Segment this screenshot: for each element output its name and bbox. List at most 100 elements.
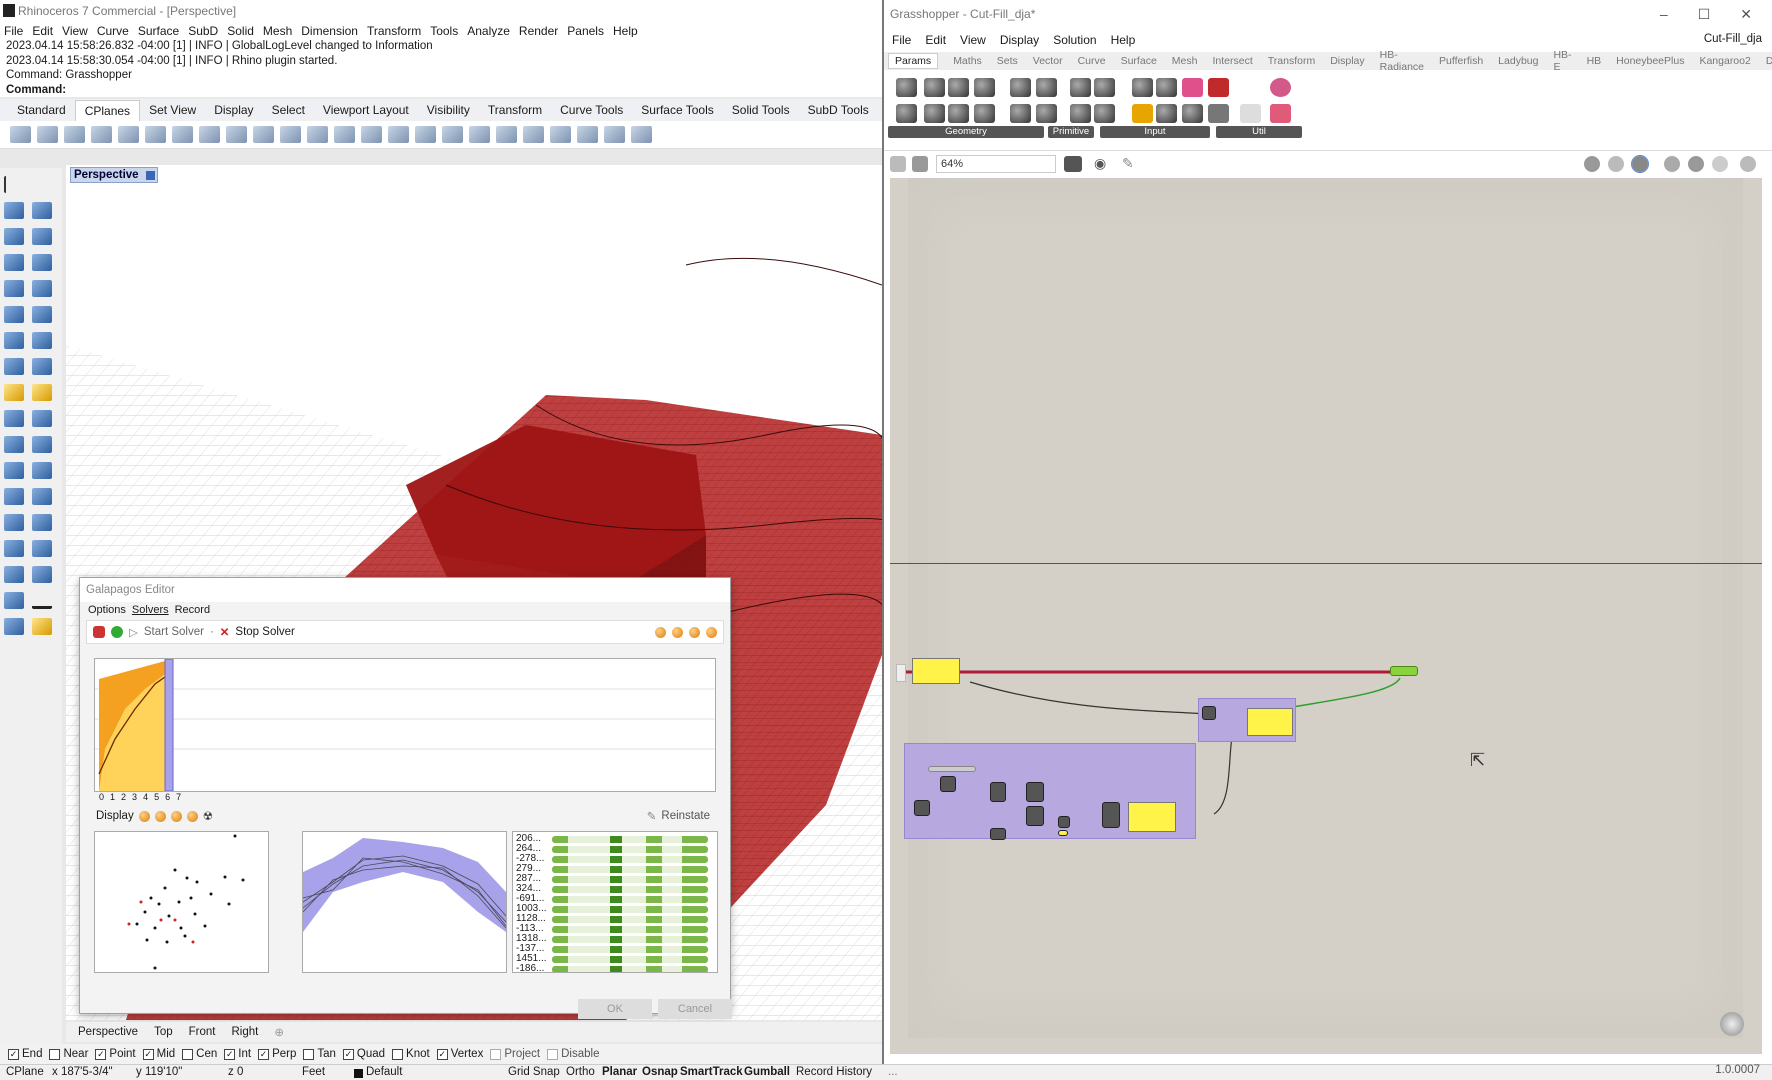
checkbox-checked-icon[interactable]: ✓ [95,1048,107,1060]
select-icon[interactable] [4,176,24,193]
zoom-field[interactable]: 64% [936,155,1056,173]
ellipse-icon[interactable] [32,228,52,245]
list-item[interactable]: -278... [516,854,717,864]
param-icon[interactable] [1036,78,1057,97]
preview-mode-icon[interactable] [1740,156,1756,172]
gh-menu-file[interactable]: File [892,33,911,47]
param-icon[interactable] [948,78,969,97]
list-item[interactable]: 279... [516,864,717,874]
component-node[interactable] [1102,802,1120,828]
gh-tab-display[interactable]: Display [1330,55,1364,67]
solver-icon[interactable] [93,626,105,638]
close-icon[interactable]: ✕ [1740,6,1752,23]
input-icon[interactable] [1182,104,1203,123]
param-icon[interactable] [1094,104,1115,123]
viewport-tab-top[interactable]: Top [154,1026,173,1038]
start-solver-button[interactable]: Start Solver [144,626,204,638]
grasshopper-canvas[interactable]: ⇱ [890,178,1762,1054]
component-node[interactable] [914,800,930,816]
input-icon[interactable] [1132,78,1153,97]
gh-tab-maths[interactable]: Maths [953,55,982,67]
point-icon[interactable] [32,176,52,193]
menu-panels[interactable]: Panels [567,24,604,38]
gh-tab-hb-e[interactable]: HB-E [1553,49,1571,73]
list-item[interactable]: 264... [516,844,717,854]
box-icon[interactable] [4,332,24,349]
properties-icon[interactable] [4,592,24,609]
zoom-extents-icon[interactable] [1064,156,1082,172]
osnap-vertex[interactable]: ✓ Vertex [436,1048,483,1060]
palette-section-geometry[interactable]: Geometry [888,126,1044,138]
explode-icon[interactable] [32,436,52,453]
command-prompt[interactable]: Command: [6,83,876,98]
palette-section-input[interactable]: Input [1100,126,1210,138]
toggle-grid-snap[interactable]: Grid Snap [508,1066,560,1078]
display-orb-icon[interactable] [154,810,166,822]
panel-node[interactable] [1128,802,1176,832]
list-item[interactable]: -186... [516,964,717,972]
osnap-mid[interactable]: ✓ Mid [142,1048,175,1060]
preview-mode-icon[interactable] [1712,156,1728,172]
tab-set-view[interactable]: Set View [140,100,205,120]
tab-cplanes[interactable]: CPlanes [74,99,141,121]
slider-node[interactable] [928,766,976,772]
param-icon[interactable] [974,104,995,123]
panel-node[interactable] [1247,708,1293,736]
tab-solvers[interactable]: Solvers [132,604,169,616]
list-item[interactable]: 1003... [516,904,717,914]
render-icon[interactable] [4,618,24,635]
open-cplane-icon[interactable] [388,126,409,143]
cplane-tool-icon[interactable] [442,126,463,143]
menu-view[interactable]: View [62,24,88,38]
toggle-ortho[interactable]: Ortho [566,1066,595,1078]
menu-tools[interactable]: Tools [430,24,458,38]
checkbox-icon[interactable] [49,1048,61,1060]
ok-button[interactable]: OK [578,999,652,1019]
cylinder-icon[interactable] [4,358,24,375]
gh-tab-pufferfish[interactable]: Pufferfish [1439,55,1483,67]
extrude-icon[interactable] [32,358,52,375]
param-icon[interactable] [1070,78,1091,97]
viewport-title[interactable]: Perspective [70,167,158,183]
tab-curve-tools[interactable]: Curve Tools [551,100,632,120]
menu-analyze[interactable]: Analyze [467,24,510,38]
param-icon[interactable] [1036,104,1057,123]
cplane-tool-icon[interactable] [604,126,625,143]
tree-icon[interactable] [1208,104,1229,123]
rebuild-icon[interactable] [32,462,52,479]
display-orb-icon[interactable] [170,810,182,822]
param-icon[interactable] [896,104,917,123]
checkbox-checked-icon[interactable]: ✓ [342,1048,354,1060]
cplane-tool-icon[interactable] [91,126,112,143]
boolean-icon[interactable] [32,332,52,349]
checkbox-checked-icon[interactable]: ✓ [224,1048,236,1060]
param-icon[interactable] [924,104,945,123]
gh-menu-help[interactable]: Help [1111,33,1136,47]
grid-tool-icon[interactable] [334,126,355,143]
display-mode-icon[interactable] [689,626,700,638]
stop-solver-button[interactable]: Stop Solver [235,626,294,638]
cancel-button[interactable]: Cancel [658,999,732,1019]
minimize-icon[interactable]: – [1660,6,1668,22]
param-icon[interactable] [948,104,969,123]
osnap-disable[interactable]: Disable [547,1048,599,1060]
gh-tab-surface[interactable]: Surface [1121,55,1157,67]
menu-file[interactable]: File [4,24,23,38]
polyline-icon[interactable] [4,202,24,219]
group-icon[interactable] [4,436,24,453]
param-icon[interactable] [1094,78,1115,97]
panel-node[interactable] [912,658,960,684]
gh-tab-ladybug[interactable]: Ladybug [1498,55,1538,67]
tab-solid-tools[interactable]: Solid Tools [723,100,799,120]
status-layer[interactable]: Default [366,1066,402,1078]
param-icon[interactable] [974,78,995,97]
mesh-icon[interactable] [4,384,24,401]
list-item[interactable]: 1318... [516,934,717,944]
osnap-point[interactable]: ✓ Point [95,1048,136,1060]
array-icon[interactable] [4,514,24,531]
cplane-tool-icon[interactable] [523,126,544,143]
analyze-icon[interactable] [4,540,24,557]
component-node[interactable] [990,828,1006,840]
display-mode-icon[interactable] [706,626,717,638]
cplane-tool-icon[interactable] [172,126,193,143]
